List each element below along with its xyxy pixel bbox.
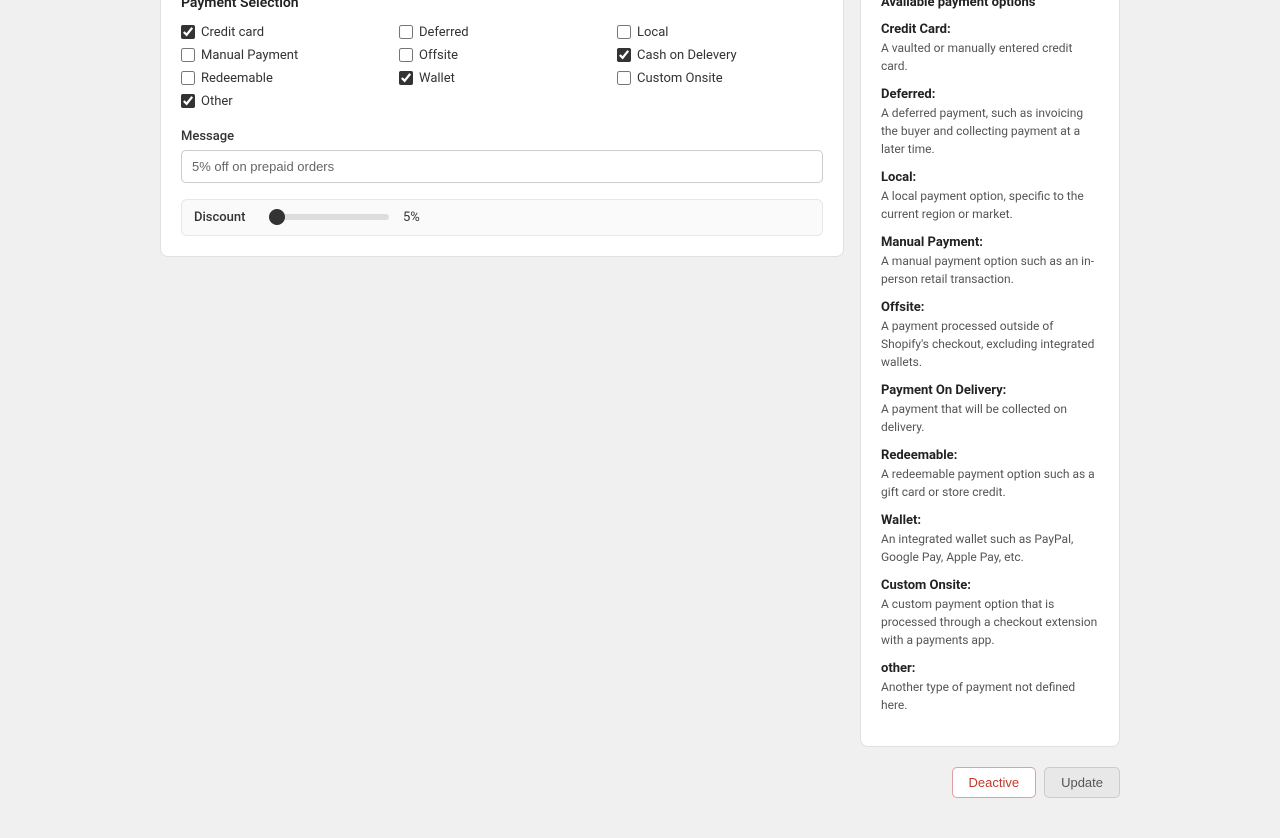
discount-section: Discount 5% (181, 199, 823, 236)
checkbox-item-deferred: Deferred (399, 25, 605, 40)
message-section: Message (181, 129, 823, 183)
main-content: ← Payment discount Deactive Update Payme… (160, 0, 1120, 838)
footer-deactive-button[interactable]: Deactive (952, 767, 1037, 798)
available-options-title: Available payment options (881, 0, 1099, 10)
option-name-deferred: Deferred: (881, 87, 1099, 102)
checkbox-item-custom-onsite: Custom Onsite (617, 71, 823, 86)
option-payment-on-delivery: Payment On Delivery: A payment that will… (881, 383, 1099, 436)
option-manual-payment: Manual Payment: A manual payment option … (881, 235, 1099, 288)
footer-update-button[interactable]: Update (1044, 767, 1120, 798)
footer-buttons: Deactive Update (160, 767, 1120, 798)
checkbox-manual-payment[interactable] (181, 48, 195, 62)
option-deferred: Deferred: A deferred payment, such as in… (881, 87, 1099, 158)
checkbox-label-credit-card: Credit card (201, 25, 264, 40)
discount-label: Discount (194, 210, 259, 225)
option-desc-other: Another type of payment not defined here… (881, 678, 1099, 714)
option-name-payment-on-delivery: Payment On Delivery: (881, 383, 1099, 398)
option-name-wallet: Wallet: (881, 513, 1099, 528)
checkbox-custom-onsite[interactable] (617, 71, 631, 85)
option-desc-redeemable: A redeemable payment option such as a gi… (881, 465, 1099, 501)
checkbox-wallet[interactable] (399, 71, 413, 85)
checkbox-other[interactable] (181, 94, 195, 108)
checkbox-item-cash-on-delivery: Cash on Delevery (617, 48, 823, 63)
option-desc-manual-payment: A manual payment option such as an in-pe… (881, 252, 1099, 288)
option-local: Local: A local payment option, specific … (881, 170, 1099, 223)
option-desc-offsite: A payment processed outside of Shopify's… (881, 317, 1099, 371)
checkbox-credit-card[interactable] (181, 25, 195, 39)
right-card: Available payment options Credit Card: A… (860, 0, 1120, 747)
option-offsite: Offsite: A payment processed outside of … (881, 300, 1099, 371)
option-other: other: Another type of payment not defin… (881, 661, 1099, 714)
option-name-other: other: (881, 661, 1099, 676)
checkbox-label-deferred: Deferred (419, 25, 469, 40)
checkbox-label-redeemable: Redeemable (201, 71, 273, 86)
checkbox-item-redeemable: Redeemable (181, 71, 387, 86)
checkbox-item-other: Other (181, 94, 387, 109)
checkbox-item-credit-card: Credit card (181, 25, 387, 40)
checkbox-item-offsite: Offsite (399, 48, 605, 63)
option-desc-credit-card: A vaulted or manually entered credit car… (881, 39, 1099, 75)
option-wallet: Wallet: An integrated wallet such as Pay… (881, 513, 1099, 566)
checkbox-label-manual-payment: Manual Payment (201, 48, 298, 63)
left-card: Payment Selection Credit card Deferred (160, 0, 844, 257)
message-input[interactable] (181, 150, 823, 183)
option-desc-local: A local payment option, specific to the … (881, 187, 1099, 223)
option-name-credit-card: Credit Card: (881, 22, 1099, 37)
option-name-local: Local: (881, 170, 1099, 185)
checkbox-label-offsite: Offsite (419, 48, 458, 63)
discount-slider-track (269, 214, 389, 220)
cards-row: Payment Selection Credit card Deferred (160, 0, 1120, 747)
checkbox-item-local: Local (617, 25, 823, 40)
option-credit-card: Credit Card: A vaulted or manually enter… (881, 22, 1099, 75)
payment-selection-title: Payment Selection (181, 0, 823, 11)
checkbox-offsite[interactable] (399, 48, 413, 62)
checkbox-label-custom-onsite: Custom Onsite (637, 71, 723, 86)
checkbox-label-local: Local (637, 25, 668, 40)
option-desc-custom-onsite: A custom payment option that is processe… (881, 595, 1099, 649)
option-desc-deferred: A deferred payment, such as invoicing th… (881, 104, 1099, 158)
checkbox-label-cash-on-delivery: Cash on Delevery (637, 48, 737, 63)
checkbox-local[interactable] (617, 25, 631, 39)
option-name-custom-onsite: Custom Onsite: (881, 578, 1099, 593)
slider-thumb[interactable] (269, 209, 285, 225)
page-container: ← Payment discount Deactive Update Payme… (0, 0, 1280, 720)
checkbox-item-manual-payment: Manual Payment (181, 48, 387, 63)
checkbox-label-wallet: Wallet (419, 71, 455, 86)
checkbox-deferred[interactable] (399, 25, 413, 39)
checkbox-grid: Credit card Deferred Local (181, 25, 823, 109)
option-desc-payment-on-delivery: A payment that will be collected on deli… (881, 400, 1099, 436)
message-label: Message (181, 129, 823, 144)
discount-value: 5% (403, 210, 420, 225)
option-custom-onsite: Custom Onsite: A custom payment option t… (881, 578, 1099, 649)
checkbox-label-other: Other (201, 94, 233, 109)
checkbox-cash-on-delivery[interactable] (617, 48, 631, 62)
option-redeemable: Redeemable: A redeemable payment option … (881, 448, 1099, 501)
option-name-manual-payment: Manual Payment: (881, 235, 1099, 250)
checkbox-redeemable[interactable] (181, 71, 195, 85)
option-name-offsite: Offsite: (881, 300, 1099, 315)
option-name-redeemable: Redeemable: (881, 448, 1099, 463)
option-desc-wallet: An integrated wallet such as PayPal, Goo… (881, 530, 1099, 566)
checkbox-item-wallet: Wallet (399, 71, 605, 86)
